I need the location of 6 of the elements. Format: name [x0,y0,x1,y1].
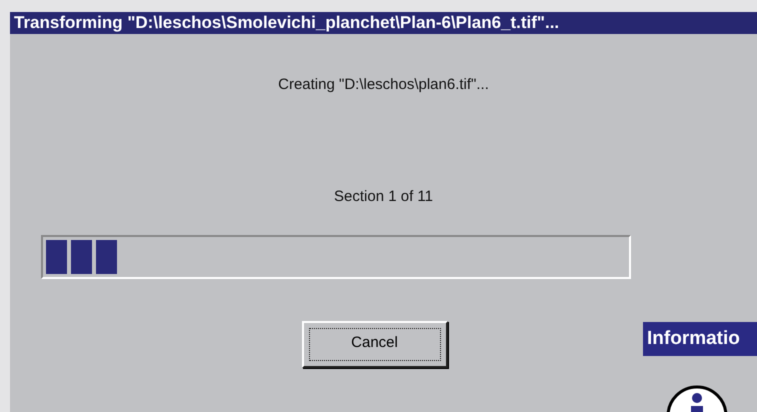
info-icon [665,384,729,412]
cancel-button[interactable]: Cancel [302,321,448,368]
dialog-title: Informatio [643,322,757,356]
status-message: Creating "D:\leschos\plan6.tif"... [278,76,489,93]
section-counter: Section 1 of 11 [334,188,433,205]
window-title: Transforming "D:\leschos\Smolevichi_planchet\Plan-6\Plan6_t.tif"... [10,12,757,34]
